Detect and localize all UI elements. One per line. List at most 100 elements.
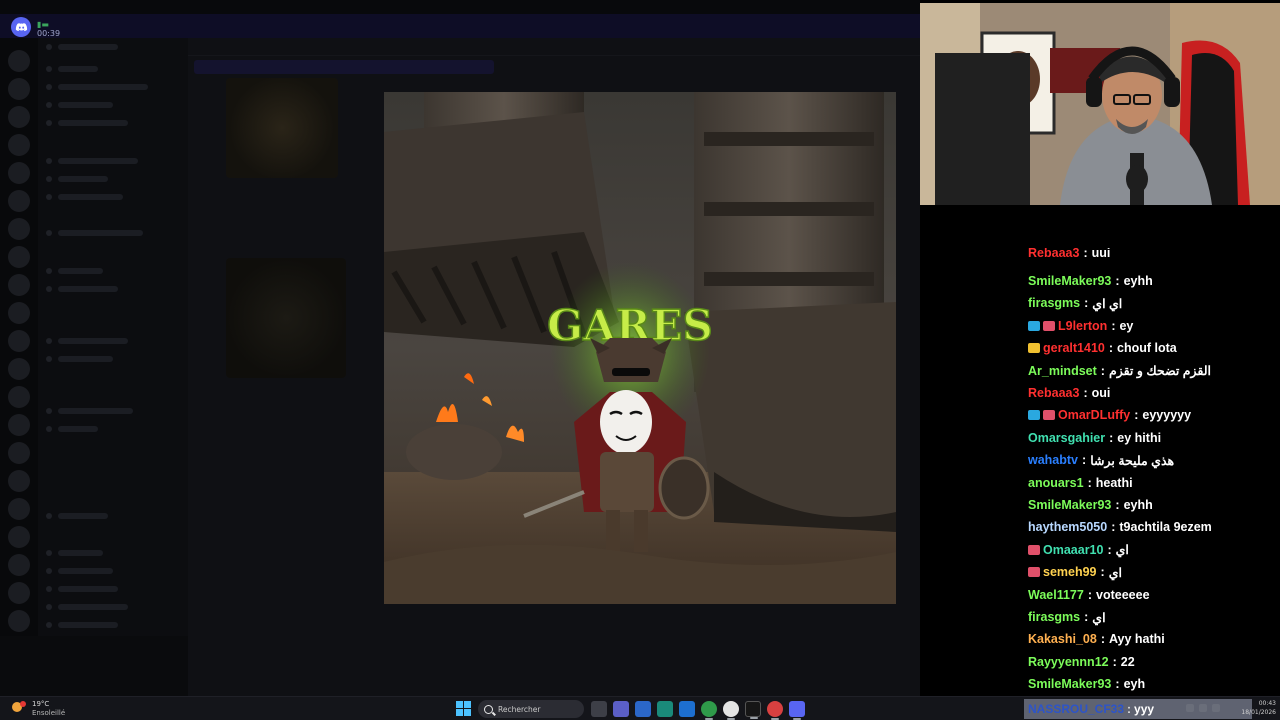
wifi-icon[interactable] bbox=[1199, 704, 1207, 712]
chat-text: ey hithi bbox=[1117, 430, 1162, 445]
chat-message: Rayyyennn12:22 bbox=[1028, 651, 1135, 673]
server-icon[interactable] bbox=[8, 190, 30, 212]
channel-item[interactable] bbox=[46, 268, 52, 274]
edge-icon[interactable] bbox=[657, 701, 673, 717]
server-icon[interactable] bbox=[8, 414, 30, 436]
chat-badge-icon bbox=[1028, 320, 1040, 331]
server-icon[interactable] bbox=[8, 246, 30, 268]
message-attachment-image[interactable] bbox=[226, 78, 338, 178]
chat-message: L9lerton: ey bbox=[1028, 315, 1133, 337]
chat-username: wahabtv bbox=[1028, 453, 1079, 468]
file-explorer-icon[interactable] bbox=[591, 701, 607, 717]
server-icon[interactable] bbox=[8, 442, 30, 464]
chat-username: Rayyyennn12 bbox=[1028, 654, 1109, 669]
channel-item[interactable] bbox=[46, 426, 52, 432]
channel-item[interactable] bbox=[46, 356, 52, 362]
chat-message: wahabtv: هذي مليحة برشا bbox=[1028, 449, 1174, 471]
taskbar-search-box[interactable]: Rechercher bbox=[478, 700, 584, 718]
chat-username: Ar_mindset bbox=[1028, 363, 1097, 378]
server-icon[interactable] bbox=[8, 470, 30, 492]
tray-icon[interactable] bbox=[1186, 704, 1194, 712]
call-timer: ▮▬ 00:39 bbox=[37, 20, 60, 38]
chat-separator: : bbox=[1111, 520, 1116, 535]
image-viewer[interactable]: GARES bbox=[384, 92, 896, 604]
channel-item[interactable] bbox=[46, 44, 52, 50]
server-icon[interactable] bbox=[8, 50, 30, 72]
chat-text: اي bbox=[1108, 565, 1122, 580]
chat-message: Ar_mindset: القزم تضحك و تقزم bbox=[1028, 360, 1211, 382]
channel-item[interactable] bbox=[46, 176, 52, 182]
channel-item-placeholder bbox=[58, 44, 118, 50]
channel-item[interactable] bbox=[46, 513, 52, 519]
message-attachment-image[interactable] bbox=[226, 258, 346, 378]
server-icon[interactable] bbox=[8, 302, 30, 324]
channel-item[interactable] bbox=[46, 568, 52, 574]
channel-item[interactable] bbox=[46, 550, 52, 556]
server-icon[interactable] bbox=[8, 274, 30, 296]
message-banner bbox=[194, 60, 494, 74]
volume-icon[interactable] bbox=[1212, 704, 1220, 712]
discord-logo-icon[interactable] bbox=[11, 17, 31, 37]
server-icon[interactable] bbox=[8, 386, 30, 408]
clock-time: 00:43 bbox=[1258, 700, 1276, 707]
taskbar-clock[interactable]: 00:43 18/01/2026 bbox=[1234, 699, 1276, 717]
chrome-icon[interactable] bbox=[701, 701, 717, 720]
mail-icon[interactable] bbox=[679, 701, 695, 717]
chat-separator: : bbox=[1127, 702, 1132, 716]
channel-item[interactable] bbox=[46, 408, 52, 414]
channel-item[interactable] bbox=[46, 84, 52, 90]
server-icon[interactable] bbox=[8, 106, 30, 128]
server-icon[interactable] bbox=[8, 610, 30, 632]
chat-separator: : bbox=[1115, 274, 1120, 288]
user-panel bbox=[0, 636, 188, 696]
capcut-icon[interactable] bbox=[745, 701, 761, 719]
channel-item-placeholder bbox=[58, 268, 103, 274]
channel-item[interactable] bbox=[46, 286, 52, 292]
windows-taskbar: 19°C Ensoleillé Rechercher NASSROU_CF33 … bbox=[0, 696, 1280, 720]
chat-text: yyy bbox=[1134, 702, 1155, 716]
call-overlay-strip bbox=[0, 14, 920, 38]
discord-taskbar-icon[interactable] bbox=[789, 701, 805, 720]
server-icon[interactable] bbox=[8, 554, 30, 576]
channel-item-placeholder bbox=[58, 338, 128, 344]
teams-icon[interactable] bbox=[613, 701, 629, 717]
server-icon[interactable] bbox=[8, 218, 30, 240]
server-icon[interactable] bbox=[8, 330, 30, 352]
channel-item-placeholder bbox=[58, 586, 118, 592]
channel-list bbox=[38, 38, 188, 696]
channel-item[interactable] bbox=[46, 120, 52, 126]
server-icon[interactable] bbox=[8, 134, 30, 156]
red-app-icon[interactable] bbox=[767, 701, 783, 720]
right-giant-boot bbox=[684, 92, 896, 532]
chat-message: OmarDLuffy: eyyyyyy bbox=[1028, 404, 1191, 426]
chat-username: OmarDLuffy bbox=[1058, 408, 1131, 423]
windows-start-icon[interactable] bbox=[456, 701, 471, 716]
channel-item[interactable] bbox=[46, 622, 52, 628]
chat-username: Kakashi_08 bbox=[1028, 632, 1097, 647]
weather-widget[interactable]: 19°C Ensoleillé bbox=[8, 699, 68, 719]
chat-text: oui bbox=[1091, 386, 1111, 400]
channel-item[interactable] bbox=[46, 194, 52, 200]
channel-item[interactable] bbox=[46, 338, 52, 344]
store-icon[interactable] bbox=[635, 701, 651, 717]
server-icon[interactable] bbox=[8, 498, 30, 520]
channel-item-placeholder bbox=[58, 102, 113, 108]
server-icon[interactable] bbox=[8, 526, 30, 548]
channel-item[interactable] bbox=[46, 102, 52, 108]
server-icon[interactable] bbox=[8, 358, 30, 380]
helmet-on-ground bbox=[406, 424, 502, 480]
chat-text: t9achtila 9ezem bbox=[1119, 520, 1212, 535]
channel-item[interactable] bbox=[46, 66, 52, 72]
channel-item[interactable] bbox=[46, 604, 52, 610]
server-icon[interactable] bbox=[8, 582, 30, 604]
chat-separator: : bbox=[1100, 632, 1105, 647]
server-icon[interactable] bbox=[8, 78, 30, 100]
channel-item[interactable] bbox=[46, 158, 52, 164]
obs-icon[interactable] bbox=[723, 701, 739, 720]
system-tray[interactable] bbox=[1186, 704, 1220, 712]
channel-item[interactable] bbox=[46, 230, 52, 236]
chat-text: eyhh bbox=[1123, 274, 1153, 288]
server-icon[interactable] bbox=[8, 162, 30, 184]
clock-date: 18/01/2026 bbox=[1241, 709, 1276, 716]
channel-item[interactable] bbox=[46, 586, 52, 592]
